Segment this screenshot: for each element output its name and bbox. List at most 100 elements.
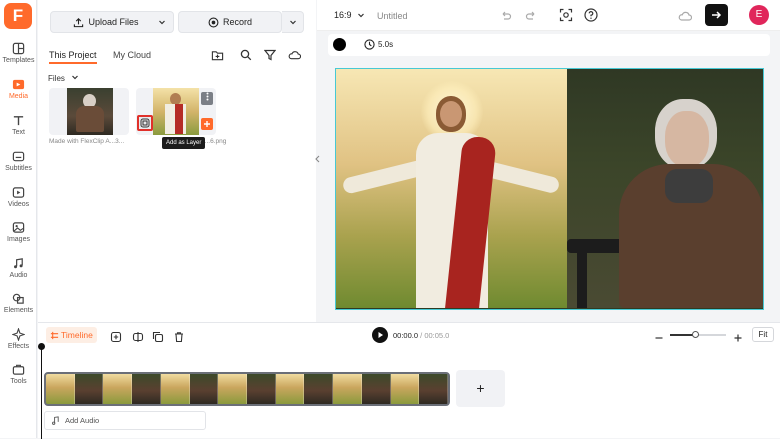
help-icon	[584, 8, 598, 22]
add-as-layer-tooltip: Add as Layer	[162, 137, 206, 149]
add-square-icon	[110, 331, 122, 343]
chevron-down-icon	[289, 20, 296, 25]
sidebar-item-label: Videos	[7, 201, 30, 208]
sidebar-item-label: Images	[7, 236, 30, 243]
media-item-jesus[interactable]	[136, 88, 216, 135]
time-separator: /	[420, 331, 423, 340]
user-avatar[interactable]: E	[749, 5, 769, 25]
timeline-toggle[interactable]: Timeline	[46, 327, 97, 343]
bench-leg	[577, 253, 587, 308]
help-button[interactable]	[584, 8, 598, 27]
canvas-toolbar: 5.0s	[328, 34, 770, 56]
add-scene-button[interactable]	[109, 330, 123, 344]
add-clip-button[interactable]: +	[456, 370, 505, 407]
flexclip-logo[interactable]: F	[4, 3, 32, 29]
sidebar-item-elements[interactable]: Elements	[0, 292, 37, 314]
clip-frame	[361, 374, 391, 404]
zoom-slider-handle[interactable]	[691, 331, 699, 338]
sidebar-item-videos[interactable]: Videos	[0, 186, 37, 208]
cloud-save-button[interactable]	[678, 9, 693, 27]
background-color-swatch[interactable]	[333, 38, 346, 51]
sidebar-item-templates[interactable]: Templates	[0, 42, 37, 64]
upload-options-dropdown[interactable]	[151, 11, 174, 33]
zoom-in-button[interactable]	[733, 330, 743, 348]
clip-frame	[189, 374, 219, 404]
left-sidebar: F Templates Media Text Subtitles Videos …	[0, 0, 37, 438]
record-options-dropdown[interactable]	[282, 11, 304, 33]
project-title[interactable]: Untitled	[377, 11, 408, 21]
jesus-layer[interactable]	[336, 69, 567, 308]
undo-button[interactable]	[500, 9, 512, 27]
media-panel: Upload Files Record This Project My Clou…	[38, 0, 316, 322]
clip-frame	[74, 374, 104, 404]
sidebar-item-label: Media	[8, 93, 29, 100]
upload-files-button[interactable]: Upload Files	[50, 11, 162, 33]
zoom-slider[interactable]	[670, 331, 726, 338]
sidebar-item-label: Subtitles	[5, 165, 32, 172]
clock-icon	[364, 39, 375, 50]
add-audio-track[interactable]: Add Audio	[44, 411, 206, 430]
sidebar-item-label: Tools	[10, 378, 27, 385]
aspect-ratio-select[interactable]: 16:9	[334, 10, 365, 20]
timeline-icon	[50, 331, 59, 339]
videos-icon	[12, 187, 25, 198]
sidebar-item-tools[interactable]: Tools	[0, 363, 37, 385]
export-button[interactable]	[705, 4, 728, 26]
effects-icon	[12, 328, 25, 341]
clip-frame	[304, 374, 334, 404]
add-to-timeline-button[interactable]	[201, 118, 213, 130]
delete-button[interactable]	[172, 330, 186, 344]
files-section-header[interactable]: Files	[48, 73, 79, 83]
playback-time: 00:00.0 / 00:05.0	[393, 331, 449, 340]
split-button[interactable]	[131, 330, 145, 344]
sidebar-item-effects[interactable]: Effects	[0, 328, 37, 350]
woman-image	[67, 88, 113, 135]
video-clip-track[interactable]	[44, 372, 450, 406]
search-icon	[240, 49, 252, 61]
playhead[interactable]	[38, 343, 45, 439]
media-item-woman[interactable]	[49, 88, 129, 135]
woman-layer[interactable]	[567, 69, 763, 308]
sidebar-item-media[interactable]: Media	[0, 78, 37, 100]
more-options-button[interactable]	[201, 92, 213, 105]
play-icon	[378, 332, 383, 338]
upload-files-label: Upload Files	[88, 17, 139, 27]
fit-button[interactable]: Fit	[752, 327, 774, 342]
clip-frame	[132, 374, 161, 404]
chevron-down-icon	[72, 75, 79, 80]
zoom-out-button[interactable]	[654, 330, 664, 348]
sidebar-item-label: Templates	[2, 57, 35, 64]
record-button[interactable]: Record	[178, 11, 282, 33]
filter-button[interactable]	[261, 46, 279, 64]
screenshot-button[interactable]	[559, 8, 573, 27]
sidebar-item-text[interactable]: Text	[0, 114, 37, 136]
sidebar-item-audio[interactable]: Audio	[0, 257, 37, 279]
cloud-button[interactable]	[285, 46, 303, 64]
search-button[interactable]	[237, 46, 255, 64]
duration-value: 5.0s	[378, 40, 394, 49]
sidebar-item-label: Effects	[7, 343, 30, 350]
trash-icon	[175, 332, 183, 343]
add-as-layer-button[interactable]	[137, 115, 153, 131]
clip-frame	[218, 374, 248, 404]
duplicate-button[interactable]	[151, 330, 165, 344]
tab-my-cloud[interactable]: My Cloud	[113, 50, 151, 60]
clip-frame	[46, 374, 75, 404]
video-canvas[interactable]	[335, 68, 764, 310]
redo-button[interactable]	[525, 9, 537, 27]
arrow-right-icon	[712, 11, 722, 19]
sidebar-item-subtitles[interactable]: Subtitles	[0, 150, 37, 172]
sidebar-item-images[interactable]: Images	[0, 221, 37, 243]
minus-icon	[655, 337, 663, 339]
collapse-panel-handle[interactable]	[313, 150, 321, 168]
duration-control[interactable]: 5.0s	[364, 39, 393, 50]
tab-this-project[interactable]: This Project	[49, 50, 97, 64]
redo-icon	[525, 11, 535, 20]
audio-icon	[14, 258, 23, 269]
timeline-panel: Timeline 00:00.0 / 00:05.0 Fit + Add Aud…	[38, 322, 780, 439]
sidebar-item-label: Text	[12, 129, 25, 136]
play-button[interactable]	[372, 327, 388, 343]
new-folder-button[interactable]	[208, 46, 226, 64]
files-label: Files	[48, 74, 65, 83]
editor-topbar: 16:9 Untitled E	[317, 0, 780, 31]
